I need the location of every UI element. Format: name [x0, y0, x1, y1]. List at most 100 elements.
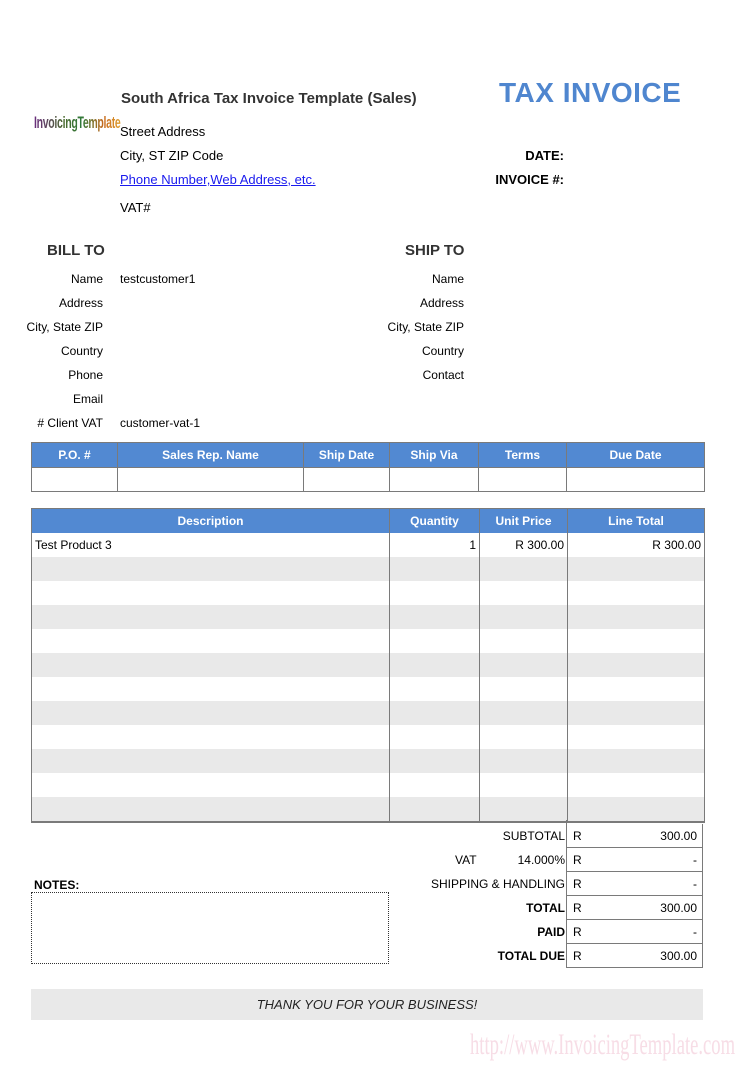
item-line-total[interactable] [567, 701, 705, 725]
bill-to-value[interactable]: testcustomer1 [120, 272, 195, 286]
item-description[interactable] [31, 605, 390, 629]
item-line-total[interactable] [567, 605, 705, 629]
totals-amount-box: R- [566, 848, 703, 872]
info-column-header: Due Date [566, 442, 705, 468]
totals-label: TOTAL [526, 901, 565, 915]
totals-amount-box: R 300.00 [566, 824, 703, 848]
item-unit-price[interactable] [479, 701, 568, 725]
item-quantity[interactable] [389, 605, 480, 629]
item-unit-price[interactable] [479, 797, 568, 823]
item-quantity[interactable] [389, 725, 480, 749]
notes-label: NOTES: [34, 878, 80, 892]
item-line-total[interactable] [567, 773, 705, 797]
item-line-total[interactable] [567, 629, 705, 653]
currency-symbol: R [573, 901, 582, 915]
currency-symbol: R [573, 853, 582, 867]
item-quantity[interactable] [389, 629, 480, 653]
item-unit-price[interactable] [479, 773, 568, 797]
ship-to-label: City, State ZIP [387, 320, 464, 334]
item-unit-price[interactable] [479, 749, 568, 773]
item-quantity[interactable] [389, 773, 480, 797]
item-line-total[interactable] [567, 725, 705, 749]
item-description[interactable] [31, 677, 390, 701]
item-unit-price[interactable]: R 300.00 [479, 533, 568, 557]
ship-to-label: Name [431, 272, 464, 286]
item-description[interactable] [31, 725, 390, 749]
bill-to-label: Name [70, 272, 103, 286]
totals-label: VAT [455, 853, 477, 867]
item-description[interactable] [31, 653, 390, 677]
bill-to-label: Email [72, 392, 103, 406]
item-quantity[interactable] [389, 797, 480, 823]
document-title: TAX INVOICE [499, 77, 682, 108]
item-quantity[interactable] [389, 557, 480, 581]
info-cell[interactable] [303, 467, 390, 492]
date-label: DATE: [525, 148, 564, 163]
item-unit-price[interactable] [479, 677, 568, 701]
totals-amount-box: R- [566, 920, 703, 944]
item-quantity[interactable] [389, 701, 480, 725]
item-line-total[interactable] [567, 749, 705, 773]
bill-to-value[interactable]: customer-vat-1 [120, 416, 200, 430]
info-cell[interactable] [478, 467, 567, 492]
item-quantity[interactable] [389, 677, 480, 701]
company-contact-link[interactable]: Phone Number,Web Address, etc. [120, 172, 316, 187]
ship-to-label: Contact [422, 368, 464, 382]
info-cell[interactable] [566, 467, 705, 492]
company-title: South Africa Tax Invoice Template (Sales… [121, 90, 417, 107]
item-line-total[interactable] [567, 581, 705, 605]
item-description[interactable] [31, 701, 390, 725]
company-logo: InvoicingTemplate [34, 113, 121, 132]
bill-to-label: Client VAT # [37, 416, 103, 430]
item-description[interactable] [31, 749, 390, 773]
totals-amount: 300.00 [660, 901, 697, 915]
item-line-total[interactable]: R 300.00 [567, 533, 705, 557]
item-unit-price[interactable] [479, 629, 568, 653]
item-description[interactable] [31, 773, 390, 797]
item-line-total[interactable] [567, 557, 705, 581]
currency-symbol: R [573, 925, 582, 939]
line-item-row [31, 797, 705, 823]
bill-to-label: Country [60, 344, 103, 358]
item-description[interactable] [31, 557, 390, 581]
totals-label: PAID [537, 925, 565, 939]
company-vat-label: VAT# [120, 200, 151, 215]
info-column-header: P.O. # [31, 442, 118, 468]
item-line-total[interactable] [567, 653, 705, 677]
item-quantity[interactable] [389, 581, 480, 605]
watermark: http://www.InvoicingTemplate.com [470, 1028, 735, 1061]
info-cell[interactable] [389, 467, 479, 492]
line-item-row [31, 581, 705, 605]
item-description[interactable] [31, 581, 390, 605]
item-line-total[interactable] [567, 797, 705, 823]
item-unit-price[interactable] [479, 605, 568, 629]
item-column-header: Line Total [567, 508, 705, 533]
line-item-row: Test Product 31R 300.00 R 300.00 [31, 533, 705, 557]
line-item-row [31, 653, 705, 677]
info-cell[interactable] [117, 467, 304, 492]
item-unit-price[interactable] [479, 725, 568, 749]
totals-amount-box: R- [566, 872, 703, 896]
totals-amount-box: R 300.00 [566, 944, 703, 968]
item-description[interactable] [31, 629, 390, 653]
item-line-total[interactable] [567, 677, 705, 701]
line-item-row [31, 605, 705, 629]
company-city: City, ST ZIP Code [120, 148, 224, 163]
item-description[interactable]: Test Product 3 [31, 533, 390, 557]
item-unit-price[interactable] [479, 557, 568, 581]
line-item-row [31, 557, 705, 581]
info-cell[interactable] [31, 467, 118, 492]
item-quantity[interactable]: 1 [389, 533, 480, 557]
vat-rate[interactable]: 14.000% [518, 853, 565, 867]
totals-label: SHIPPING & HANDLING [430, 877, 565, 891]
item-description[interactable] [31, 797, 390, 823]
bill-to-heading: BILL TO [47, 242, 105, 259]
item-quantity[interactable] [389, 653, 480, 677]
line-item-row [31, 725, 705, 749]
item-unit-price[interactable] [479, 581, 568, 605]
item-unit-price[interactable] [479, 653, 568, 677]
line-item-row [31, 773, 705, 797]
notes-field[interactable] [31, 892, 389, 964]
line-item-row [31, 749, 705, 773]
item-quantity[interactable] [389, 749, 480, 773]
